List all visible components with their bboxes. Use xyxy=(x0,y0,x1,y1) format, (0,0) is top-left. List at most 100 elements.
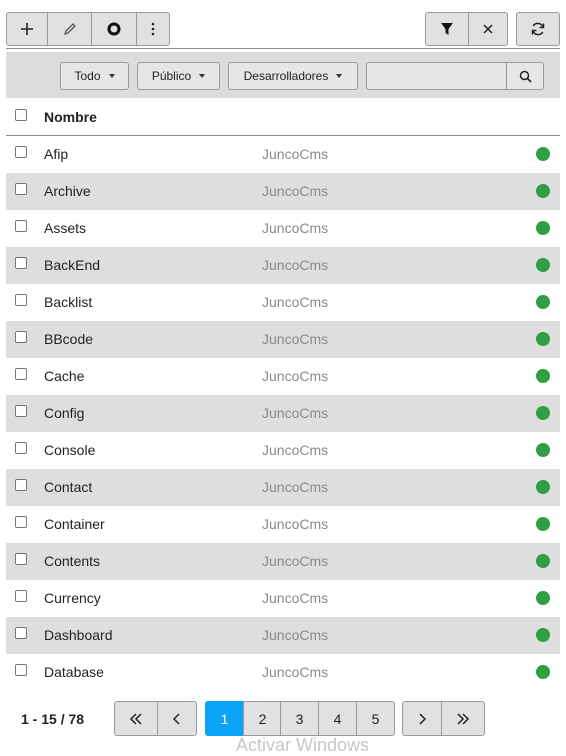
prev-page-button[interactable] xyxy=(157,701,197,736)
row-name: Backlist xyxy=(44,294,93,310)
status-dot xyxy=(536,258,550,272)
page-button-5[interactable]: 5 xyxy=(356,701,395,736)
row-checkbox[interactable] xyxy=(15,590,27,602)
status-dot xyxy=(536,517,550,531)
status-dot xyxy=(536,406,550,420)
table-body: Afip JuncoCms Archive JuncoCms Assets JuncoCm… xyxy=(6,136,560,691)
page-button-1[interactable]: 1 xyxy=(205,701,244,736)
row-name: Currency xyxy=(44,590,101,606)
caret-down-icon xyxy=(108,74,115,78)
row-vendor: JuncoCms xyxy=(262,664,329,680)
row-vendor: JuncoCms xyxy=(262,146,329,162)
row-vendor: JuncoCms xyxy=(262,368,329,384)
row-vendor: JuncoCms xyxy=(262,627,329,643)
row-checkbox[interactable] xyxy=(15,183,27,195)
pagination-range: 1 - 15 xyxy=(21,711,57,727)
table-row[interactable]: Config JuncoCms xyxy=(6,395,560,432)
row-name: Dashboard xyxy=(44,627,113,643)
table-row[interactable]: Archive JuncoCms xyxy=(6,173,560,210)
row-checkbox[interactable] xyxy=(15,331,27,343)
status-dot xyxy=(536,184,550,198)
row-checkbox[interactable] xyxy=(15,627,27,639)
row-vendor: JuncoCms xyxy=(262,331,329,347)
row-checkbox[interactable] xyxy=(15,553,27,565)
row-vendor: JuncoCms xyxy=(262,590,329,606)
add-button[interactable] xyxy=(6,12,48,46)
page-button-3[interactable]: 3 xyxy=(280,701,319,736)
search-button[interactable] xyxy=(506,62,544,90)
row-name: Assets xyxy=(44,220,87,236)
next-page-button[interactable] xyxy=(402,701,442,736)
status-dot xyxy=(536,369,550,383)
row-name: Archive xyxy=(44,183,91,199)
row-checkbox[interactable] xyxy=(15,220,27,232)
refresh-button[interactable] xyxy=(516,12,560,46)
status-dot xyxy=(536,554,550,568)
more-options-button[interactable] xyxy=(136,12,170,46)
row-checkbox[interactable] xyxy=(15,664,27,676)
table-row[interactable]: Backlist JuncoCms xyxy=(6,284,560,321)
table-row[interactable]: Container JuncoCms xyxy=(6,506,560,543)
row-vendor: JuncoCms xyxy=(262,405,329,421)
status-button[interactable] xyxy=(91,12,137,46)
table-row[interactable]: BackEnd JuncoCms xyxy=(6,247,560,284)
double-chevron-right-icon xyxy=(457,712,470,725)
row-vendor: JuncoCms xyxy=(262,257,329,273)
row-name: Contents xyxy=(44,553,101,569)
first-page-button[interactable] xyxy=(114,701,158,736)
table-header: Nombre xyxy=(6,98,560,136)
row-checkbox[interactable] xyxy=(15,257,27,269)
scope-dropdown[interactable]: Todo xyxy=(60,62,129,90)
row-vendor: JuncoCms xyxy=(262,294,329,310)
search-icon xyxy=(519,70,532,83)
clear-filter-button[interactable] xyxy=(468,12,508,46)
table-row[interactable]: Database JuncoCms xyxy=(6,654,560,691)
page-button-2[interactable]: 2 xyxy=(243,701,282,736)
select-all-checkbox[interactable] xyxy=(15,109,27,121)
row-name: Cache xyxy=(44,368,85,384)
role-dropdown[interactable]: Desarrolladores xyxy=(228,62,358,90)
refresh-icon xyxy=(531,22,545,36)
filter-bar: Todo Público Desarrolladores xyxy=(6,52,560,98)
filter-button[interactable] xyxy=(425,12,469,46)
visibility-dropdown[interactable]: Público xyxy=(137,62,220,90)
pagination-count: 1 - 15 / 78 xyxy=(21,711,84,727)
row-vendor: JuncoCms xyxy=(262,220,329,236)
table-row[interactable]: Currency JuncoCms xyxy=(6,580,560,617)
table-row[interactable]: Contents JuncoCms xyxy=(6,543,560,580)
row-checkbox[interactable] xyxy=(15,516,27,528)
table-row[interactable]: Console JuncoCms xyxy=(6,432,560,469)
status-dot xyxy=(536,480,550,494)
table-row[interactable]: Afip JuncoCms xyxy=(6,136,560,173)
chevron-left-icon xyxy=(173,712,180,725)
row-checkbox[interactable] xyxy=(15,479,27,491)
table-row[interactable]: BBcode JuncoCms xyxy=(6,321,560,358)
row-name: Contact xyxy=(44,479,93,495)
page-button-4[interactable]: 4 xyxy=(318,701,357,736)
row-checkbox[interactable] xyxy=(15,368,27,380)
table-row[interactable]: Dashboard JuncoCms xyxy=(6,617,560,654)
row-checkbox[interactable] xyxy=(15,294,27,306)
visibility-dropdown-label: Público xyxy=(151,69,192,83)
status-dot xyxy=(536,628,550,642)
table-row[interactable]: Contact JuncoCms xyxy=(6,469,560,506)
edit-button[interactable] xyxy=(47,12,92,46)
status-dot xyxy=(536,147,550,161)
row-vendor: JuncoCms xyxy=(262,516,329,532)
status-dot xyxy=(536,221,550,235)
last-page-button[interactable] xyxy=(441,701,485,736)
status-dot xyxy=(536,591,550,605)
row-name: BackEnd xyxy=(44,257,101,273)
row-checkbox[interactable] xyxy=(15,405,27,417)
caret-down-icon xyxy=(336,74,343,78)
row-name: Container xyxy=(44,516,105,532)
table-row[interactable]: Cache JuncoCms xyxy=(6,358,560,395)
row-checkbox[interactable] xyxy=(15,146,27,158)
role-dropdown-label: Desarrolladores xyxy=(243,69,329,83)
row-checkbox[interactable] xyxy=(15,442,27,454)
table-row[interactable]: Assets JuncoCms xyxy=(6,210,560,247)
funnel-icon xyxy=(441,23,453,35)
search-input[interactable] xyxy=(366,62,507,90)
circle-dot-icon xyxy=(107,22,121,36)
pagination-total: 78 xyxy=(68,711,85,727)
